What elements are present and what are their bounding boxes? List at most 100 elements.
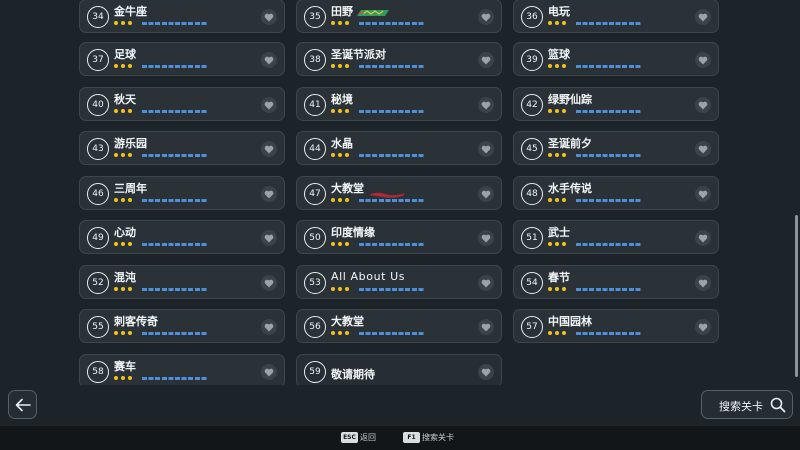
favorite-heart-icon[interactable] — [478, 141, 494, 157]
level-card[interactable]: 34 金牛座 — [79, 0, 285, 33]
level-card[interactable]: 42 绿野仙踪 — [513, 87, 719, 121]
level-card[interactable]: 52 混沌 — [79, 265, 285, 299]
level-card[interactable]: 37 足球 — [79, 42, 285, 76]
favorite-heart-icon[interactable] — [478, 230, 494, 246]
level-title: 游乐园 — [114, 137, 147, 150]
level-title: 秋天 — [114, 93, 136, 106]
favorite-heart-icon[interactable] — [261, 9, 277, 25]
level-number: 40 — [87, 94, 109, 116]
star-icon — [338, 331, 342, 335]
level-title: 圣诞节派对 — [331, 48, 386, 61]
star-icon — [128, 109, 132, 113]
favorite-heart-icon[interactable] — [261, 52, 277, 68]
level-title: 赛车 — [114, 360, 136, 373]
star-icon — [562, 21, 566, 25]
favorite-heart-icon[interactable] — [478, 52, 494, 68]
level-number: 44 — [304, 138, 326, 160]
level-grid: 34 金牛座 35 田野 36 电玩 37 足球 38 圣诞节派对 39 篮球 40 秋天 41 秘境 42 绿野… — [79, 0, 721, 385]
favorite-heart-icon[interactable] — [695, 52, 711, 68]
favorite-heart-icon[interactable] — [478, 275, 494, 291]
level-card[interactable]: 55 刺客传奇 — [79, 309, 285, 343]
level-stars — [548, 21, 566, 25]
favorite-heart-icon[interactable] — [695, 319, 711, 335]
favorite-heart-icon[interactable] — [261, 364, 277, 380]
level-card[interactable]: 35 田野 — [296, 0, 502, 33]
level-card[interactable]: 47 大教堂 — [296, 176, 502, 210]
level-stars — [331, 198, 349, 202]
favorite-heart-icon[interactable] — [695, 275, 711, 291]
level-progress-bar — [576, 154, 642, 157]
favorite-heart-icon[interactable] — [695, 9, 711, 25]
esc-hint-label[interactable]: 返回 — [360, 432, 376, 443]
level-card[interactable]: 49 心动 — [79, 220, 285, 254]
level-stars — [548, 153, 566, 157]
level-progress-bar — [359, 65, 425, 68]
favorite-heart-icon[interactable] — [695, 230, 711, 246]
star-icon — [548, 153, 552, 157]
level-card[interactable]: 59 敬请期待 — [296, 354, 502, 385]
level-stars — [114, 21, 132, 25]
star-icon — [128, 198, 132, 202]
favorite-heart-icon[interactable] — [261, 186, 277, 202]
level-card[interactable]: 50 印度情缘 — [296, 220, 502, 254]
level-number: 58 — [87, 361, 109, 383]
star-icon — [555, 331, 559, 335]
level-card[interactable]: 48 水手传说 — [513, 176, 719, 210]
star-icon — [128, 376, 132, 380]
favorite-heart-icon[interactable] — [478, 364, 494, 380]
level-title: All About Us — [331, 270, 406, 283]
level-card[interactable]: 40 秋天 — [79, 87, 285, 121]
level-card[interactable]: 38 圣诞节派对 — [296, 42, 502, 76]
favorite-heart-icon[interactable] — [478, 319, 494, 335]
favorite-heart-icon[interactable] — [261, 275, 277, 291]
level-card[interactable]: 44 水晶 — [296, 131, 502, 165]
favorite-heart-icon[interactable] — [261, 319, 277, 335]
star-icon — [331, 198, 335, 202]
level-card[interactable]: 53 All About Us — [296, 265, 502, 299]
star-icon — [128, 153, 132, 157]
level-card[interactable]: 58 赛车 — [79, 354, 285, 385]
favorite-heart-icon[interactable] — [695, 141, 711, 157]
level-card[interactable]: 46 三周年 — [79, 176, 285, 210]
search-level-label: 搜索关卡 — [719, 400, 763, 413]
star-icon — [345, 242, 349, 246]
level-card[interactable]: 56 大教堂 — [296, 309, 502, 343]
level-card[interactable]: 39 篮球 — [513, 42, 719, 76]
level-card[interactable]: 43 游乐园 — [79, 131, 285, 165]
level-title: 水手传说 — [548, 182, 592, 195]
level-number: 50 — [304, 227, 326, 249]
star-icon — [548, 21, 552, 25]
favorite-heart-icon[interactable] — [261, 97, 277, 113]
level-card[interactable]: 57 中国园林 — [513, 309, 719, 343]
level-card[interactable]: 41 秘境 — [296, 87, 502, 121]
star-icon — [562, 287, 566, 291]
star-icon — [562, 331, 566, 335]
favorite-heart-icon[interactable] — [478, 97, 494, 113]
favorite-heart-icon[interactable] — [695, 97, 711, 113]
level-stars — [331, 153, 349, 157]
favorite-heart-icon[interactable] — [478, 9, 494, 25]
star-icon — [114, 242, 118, 246]
level-card[interactable]: 54 春节 — [513, 265, 719, 299]
favorite-heart-icon[interactable] — [261, 230, 277, 246]
level-stars — [114, 287, 132, 291]
star-icon — [338, 153, 342, 157]
level-card[interactable]: 51 武士 — [513, 220, 719, 254]
level-progress-bar — [576, 110, 642, 113]
level-stars — [114, 153, 132, 157]
search-level-button[interactable]: 搜索关卡 — [701, 390, 793, 419]
star-icon — [128, 287, 132, 291]
level-title: 金牛座 — [114, 5, 147, 18]
f1-hint-label[interactable]: 搜索关卡 — [422, 432, 454, 443]
level-tag-icon — [355, 3, 393, 16]
scrollbar[interactable] — [795, 215, 798, 377]
favorite-heart-icon[interactable] — [261, 141, 277, 157]
back-button[interactable] — [8, 390, 37, 419]
favorite-heart-icon[interactable] — [478, 186, 494, 202]
level-title: 圣诞前夕 — [548, 137, 592, 150]
level-card[interactable]: 36 电玩 — [513, 0, 719, 33]
star-icon — [121, 287, 125, 291]
level-number: 42 — [521, 94, 543, 116]
favorite-heart-icon[interactable] — [695, 186, 711, 202]
level-card[interactable]: 45 圣诞前夕 — [513, 131, 719, 165]
